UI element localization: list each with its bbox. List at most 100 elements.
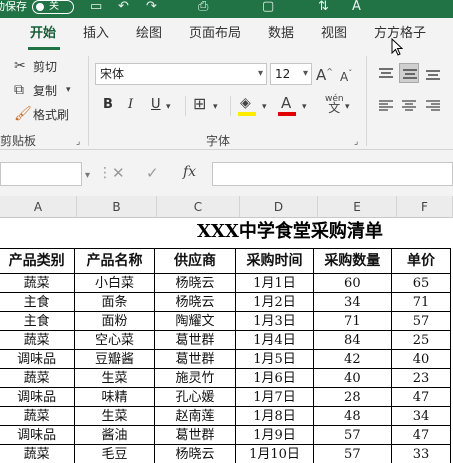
table-cell[interactable]: 34 xyxy=(312,292,392,312)
format-painter-icon[interactable]: 🖌 xyxy=(14,106,32,122)
font-name-dropdown[interactable]: 宋体 ▾ xyxy=(95,63,267,85)
table-cell[interactable]: 蔬菜 xyxy=(0,273,76,293)
table-cell[interactable]: 蔬菜 xyxy=(0,330,76,350)
chevron-down-icon[interactable]: ▾ xyxy=(345,99,350,115)
table-cell[interactable]: 调味品 xyxy=(0,349,76,369)
tab-data[interactable]: 数据 xyxy=(268,26,294,42)
bold-button[interactable]: B xyxy=(103,98,113,112)
table-cell[interactable]: 杨晓云 xyxy=(153,273,237,293)
sheet-title[interactable]: XXX中学食堂采购清单 xyxy=(197,220,383,244)
table-cell[interactable]: 蔬菜 xyxy=(0,444,76,463)
table-cell[interactable]: 23 xyxy=(390,368,452,388)
formula-input[interactable] xyxy=(212,162,453,186)
table-cell[interactable]: 84 xyxy=(312,330,392,350)
column-header-c[interactable]: C xyxy=(157,196,240,218)
table-cell[interactable]: 40 xyxy=(312,368,392,388)
table-cell[interactable]: 71 xyxy=(390,292,452,312)
table-cell[interactable]: 1月3日 xyxy=(235,311,314,331)
increase-font-size-icon[interactable]: A^ xyxy=(316,64,333,83)
tab-home[interactable]: 开始 xyxy=(30,26,56,42)
table-cell[interactable]: 57 xyxy=(312,425,392,445)
sort-icon[interactable]: ⇅ xyxy=(318,0,329,14)
copy-icon[interactable]: ⧉ xyxy=(14,82,24,98)
column-header-b[interactable]: B xyxy=(77,196,157,218)
redo-icon[interactable]: ↷ xyxy=(146,0,157,14)
chevron-down-icon[interactable]: ▾ xyxy=(166,99,171,115)
font-color-icon[interactable]: A xyxy=(281,95,291,111)
column-header-a[interactable]: A xyxy=(0,196,77,218)
table-cell[interactable]: 生菜 xyxy=(74,406,155,426)
table-cell[interactable]: 蔬菜 xyxy=(0,368,76,388)
table-cell[interactable]: 陶耀文 xyxy=(153,311,237,331)
table-cell[interactable]: 1月9日 xyxy=(235,425,314,445)
format-painter-button[interactable]: 格式刷 xyxy=(33,108,69,122)
column-header-e[interactable]: E xyxy=(318,196,397,218)
print-icon[interactable]: ⎙ xyxy=(198,0,208,14)
tab-view[interactable]: 视图 xyxy=(321,26,347,42)
chevron-down-icon[interactable]: ▾ xyxy=(262,99,267,115)
table-cell[interactable]: 杨晓云 xyxy=(153,292,237,312)
table-cell[interactable]: 71 xyxy=(312,311,392,331)
table-cell[interactable]: 空心菜 xyxy=(74,330,155,350)
table-cell[interactable]: 40 xyxy=(390,349,452,369)
decrease-font-size-icon[interactable]: Aˇ xyxy=(340,66,352,85)
align-top-button[interactable] xyxy=(376,64,396,84)
table-cell[interactable]: 葛世群 xyxy=(153,349,237,369)
header-cell[interactable]: 采购时间 xyxy=(235,248,314,274)
underline-button[interactable]: U xyxy=(151,98,161,112)
table-cell[interactable]: 60 xyxy=(312,273,392,293)
table-cell[interactable]: 42 xyxy=(312,349,392,369)
header-cell[interactable]: 产品名称 xyxy=(74,248,155,274)
dialog-launcher-icon[interactable]: ⌟ xyxy=(354,134,358,150)
table-cell[interactable]: 48 xyxy=(312,406,392,426)
table-cell[interactable]: 28 xyxy=(312,387,392,407)
column-header-d[interactable]: D xyxy=(240,196,318,218)
table-cell[interactable]: 25 xyxy=(390,330,452,350)
table-cell[interactable]: 生菜 xyxy=(74,368,155,388)
column-header-f[interactable]: F xyxy=(397,196,453,218)
insert-function-button[interactable]: fx xyxy=(183,164,196,180)
table-cell[interactable]: 葛世群 xyxy=(153,425,237,445)
enter-formula-button[interactable]: ✓ xyxy=(146,164,159,182)
name-box[interactable] xyxy=(0,162,82,186)
table-cell[interactable]: 酱油 xyxy=(74,425,155,445)
align-center-button[interactable] xyxy=(399,96,419,116)
align-right-button[interactable] xyxy=(423,96,443,116)
table-cell[interactable]: 34 xyxy=(390,406,452,426)
fill-color-icon[interactable]: ◈ xyxy=(240,95,251,111)
header-cell[interactable]: 供应商 xyxy=(153,248,237,274)
table-cell[interactable]: 味精 xyxy=(74,387,155,407)
table-cell[interactable]: 孔心媛 xyxy=(153,387,237,407)
table-cell[interactable]: 调味品 xyxy=(0,387,76,407)
table-cell[interactable]: 主食 xyxy=(0,311,76,331)
align-bottom-button[interactable] xyxy=(423,64,443,84)
table-cell[interactable]: 毛豆 xyxy=(74,444,155,463)
font-size-dropdown[interactable]: 12 ▾ xyxy=(270,63,312,85)
table-cell[interactable]: 杨晓云 xyxy=(153,444,237,463)
table-cell[interactable]: 赵南莲 xyxy=(153,406,237,426)
header-cell[interactable]: 单价 xyxy=(390,248,452,274)
dialog-launcher-icon[interactable]: ⌟ xyxy=(76,134,80,150)
table-cell[interactable]: 1月4日 xyxy=(235,330,314,350)
undo-icon[interactable]: ↶ xyxy=(118,0,129,14)
table-cell[interactable]: 调味品 xyxy=(0,425,76,445)
chevron-down-icon[interactable]: ▾ xyxy=(85,168,90,184)
table-cell[interactable]: 蔬菜 xyxy=(0,406,76,426)
table-cell[interactable]: 1月10日 xyxy=(235,444,314,463)
table-cell[interactable]: 33 xyxy=(390,444,452,463)
table-cell[interactable]: 1月7日 xyxy=(235,387,314,407)
tab-draw[interactable]: 绘图 xyxy=(136,26,162,42)
save-icon[interactable]: ▭ xyxy=(90,0,102,14)
table-cell[interactable]: 1月1日 xyxy=(235,273,314,293)
table-cell[interactable]: 57 xyxy=(390,311,452,331)
table-cell[interactable]: 47 xyxy=(390,387,452,407)
chevron-down-icon[interactable]: ▾ xyxy=(213,99,218,115)
table-cell[interactable]: 1月2日 xyxy=(235,292,314,312)
cancel-formula-button[interactable]: ✕ xyxy=(112,164,125,182)
table-cell[interactable]: 65 xyxy=(390,273,452,293)
borders-icon[interactable]: ⊞ xyxy=(193,96,206,112)
table-cell[interactable]: 1月6日 xyxy=(235,368,314,388)
table-cell[interactable]: 豆瓣酱 xyxy=(74,349,155,369)
table-cell[interactable]: 面粉 xyxy=(74,311,155,331)
header-cell[interactable]: 采购数量 xyxy=(312,248,392,274)
